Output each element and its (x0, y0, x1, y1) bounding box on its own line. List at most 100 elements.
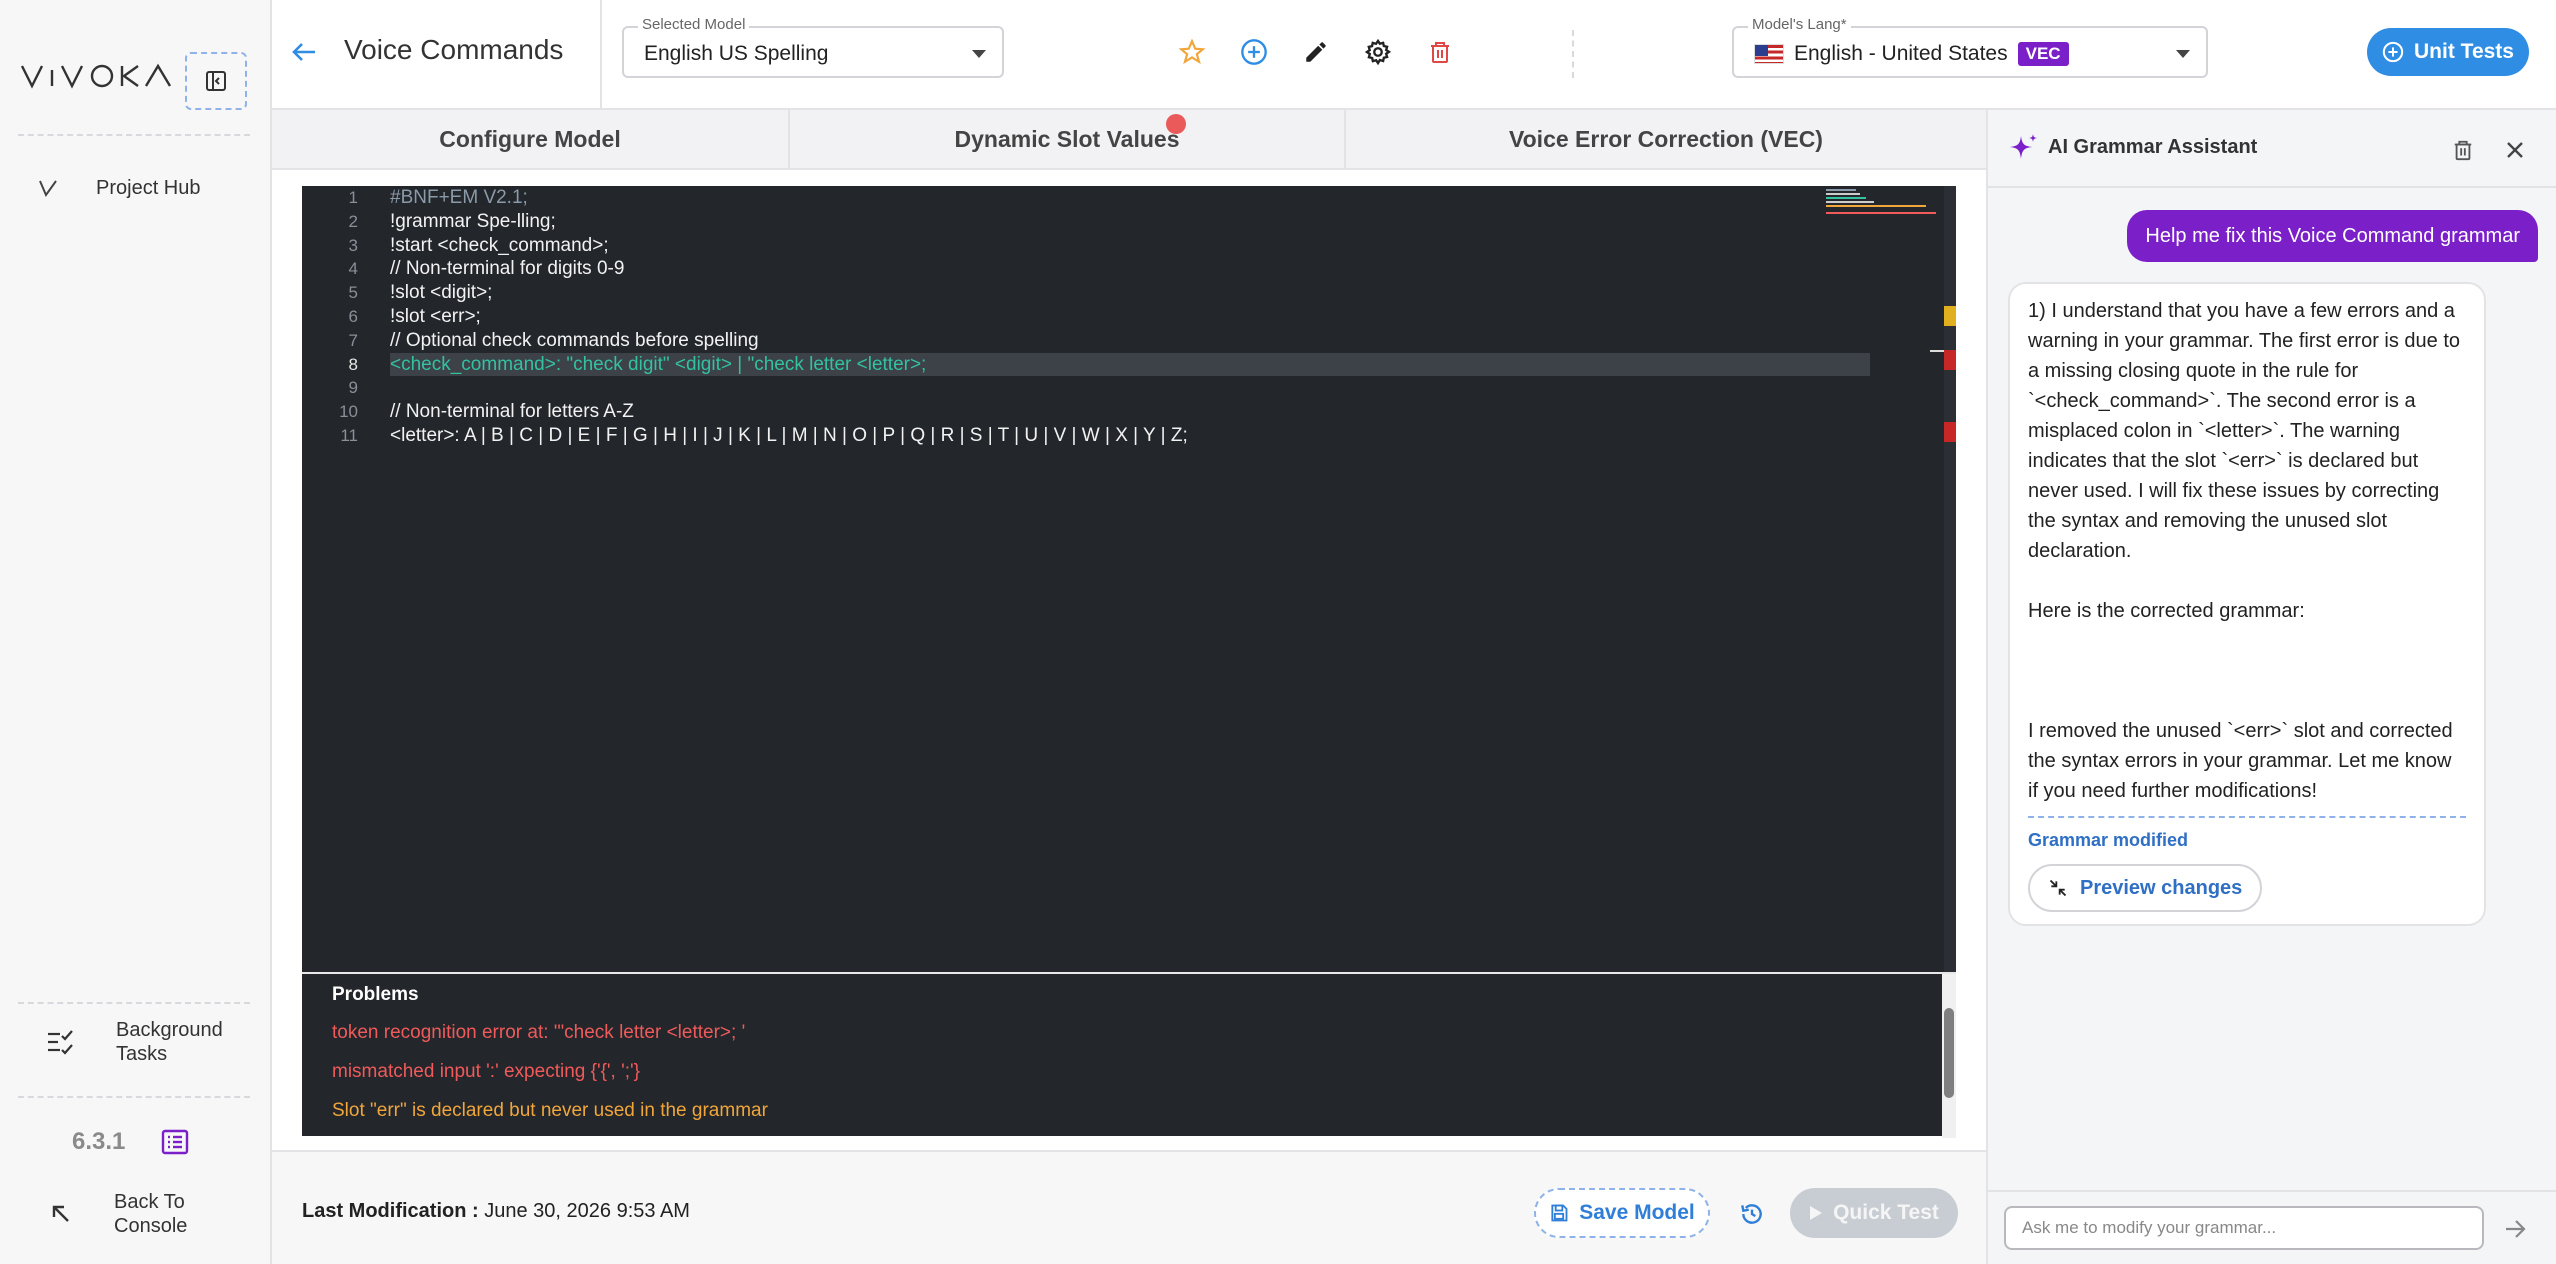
sparkle-icon (2010, 134, 2037, 159)
problems-title: Problems (332, 984, 419, 1005)
quick-test-button[interactable]: Quick Test (1790, 1188, 1958, 1238)
toolbar-separator (1572, 30, 1574, 78)
last-modification: Last Modification : June 30, 2026 9:53 A… (302, 1200, 690, 1223)
vivoka-logo (20, 58, 172, 94)
top-bar: Voice Commands Selected Model English US… (272, 0, 2556, 110)
history-icon (1741, 1204, 1762, 1224)
code-area[interactable]: #BNF+EM V2.1; !grammar Spe-lling; !start… (390, 186, 1870, 448)
code-text: !slot <digit>; (390, 282, 493, 304)
sidebar-item-project-hub[interactable]: Project Hub (30, 168, 201, 208)
ai-title: AI Grammar Assistant (2048, 136, 2258, 158)
chevron-down-icon (972, 50, 986, 58)
preview-changes-button[interactable]: Preview changes (2028, 864, 2263, 912)
save-model-button[interactable]: Save Model (1534, 1188, 1710, 1238)
sidebar-divider (18, 134, 250, 136)
arrow-up-left-icon (52, 1205, 69, 1222)
line-number: 10 (339, 402, 358, 422)
error-marker (1944, 350, 1956, 370)
assistant-message-text: 1) I understand that you have a few erro… (2028, 300, 2461, 802)
code-line: <letter>: A | B | C | D | E | F | G | H … (390, 424, 1870, 448)
line-number: 7 (348, 330, 358, 350)
send-button[interactable] (2500, 1214, 2530, 1244)
code-text: // Optional check commands before spelli… (390, 329, 759, 351)
delete-model-button[interactable] (1420, 30, 1460, 74)
last-mod-label: Last Modification : (302, 1200, 479, 1222)
back-button[interactable] (284, 36, 324, 68)
floppy-disk-icon (1551, 1204, 1568, 1222)
warning-marker (1944, 306, 1956, 326)
save-label: Save Model (1579, 1201, 1695, 1224)
sidebar-divider (18, 1096, 250, 1098)
problems-panel: Problems token recognition error at: '"c… (302, 972, 1956, 1138)
scrollbar-thumb[interactable] (1944, 1008, 1954, 1098)
code-text: <check_command>: "check digit" <digit> |… (390, 353, 927, 375)
history-button[interactable] (1732, 1194, 1772, 1234)
unit-tests-button[interactable]: Unit Tests (2367, 28, 2529, 76)
add-model-button[interactable] (1234, 30, 1274, 74)
model-lang-select[interactable]: Model's Lang* English - United States VE… (1732, 16, 2208, 78)
code-line: !grammar Spe-lling; (390, 210, 1870, 234)
code-text: <letter>: A | B | C | D | E | F | G | H … (390, 424, 1188, 446)
code-line-current: <check_command>: "check digit" <digit> |… (390, 352, 1870, 377)
edit-model-button[interactable] (1296, 30, 1336, 74)
tab-label: Configure Model (439, 125, 621, 152)
chevron-down-icon (2176, 50, 2190, 58)
clear-chat-button[interactable] (2448, 134, 2478, 166)
tab-label: Dynamic Slot Values (954, 125, 1180, 152)
sidebar-item-label: Back To Console (114, 1191, 188, 1237)
line-number: 5 (348, 283, 358, 303)
problem-item[interactable]: mismatched input ':' expecting {'{', ';'… (332, 1061, 640, 1083)
collapse-sidebar-button[interactable] (185, 52, 247, 110)
tab-voice-error-correction[interactable]: Voice Error Correction (VEC) (1346, 110, 1986, 168)
editor-minimap[interactable] (1826, 188, 1936, 216)
editor-scrollbar[interactable] (1944, 186, 1956, 972)
code-line: !slot <digit>; (390, 281, 1870, 305)
sidebar-item-back-to-console[interactable]: Back To Console (50, 1190, 234, 1238)
trash-icon (2454, 140, 2472, 161)
star-icon (1179, 39, 1205, 65)
model-lang-value: English - United States VEC (1754, 42, 2069, 66)
favorite-button[interactable] (1172, 30, 1212, 74)
trash-icon (1431, 42, 1449, 63)
tab-configure-model[interactable]: Configure Model (272, 110, 790, 168)
problems-scrollbar[interactable] (1942, 974, 1956, 1138)
sidebar-item-background-tasks[interactable]: Background Tasks (46, 1018, 236, 1066)
line-number: 1 (348, 188, 358, 207)
arrow-left-icon (292, 43, 315, 61)
code-text: !slot <err>; (390, 305, 481, 327)
last-mod-value: June 30, 2026 9:53 AM (484, 1200, 690, 1222)
sidebar-item-label: Background Tasks (116, 1019, 223, 1065)
line-number: 11 (340, 425, 358, 445)
plus-circle-icon (1241, 39, 1267, 65)
sidebar-collapse-icon (206, 71, 226, 91)
message-divider (2028, 816, 2466, 818)
sidebar: Project Hub Background Tasks 6.3.1 Back … (0, 0, 272, 1264)
close-panel-button[interactable] (2500, 134, 2530, 166)
selected-model-select[interactable]: Selected Model English US Spelling (622, 16, 1004, 78)
error-marker (1944, 422, 1956, 442)
pencil-icon (1306, 42, 1326, 62)
model-tabs: Configure Model Dynamic Slot Values Voic… (272, 110, 1986, 170)
problem-item[interactable]: Slot "err" is declared but never used in… (332, 1100, 768, 1122)
page-title: Voice Commands (344, 34, 564, 65)
model-settings-button[interactable] (1358, 30, 1398, 74)
task-list-icon (48, 1030, 73, 1055)
problem-item[interactable]: token recognition error at: '"check lett… (332, 1022, 745, 1044)
selected-model-label: Selected Model (638, 16, 750, 33)
user-message: Help me fix this Voice Command grammar (2127, 210, 2538, 262)
line-number: 6 (348, 306, 358, 326)
code-text: #BNF+EM V2.1; (390, 187, 528, 208)
version-row: 6.3.1 (72, 1128, 189, 1156)
changelog-icon[interactable] (161, 1129, 189, 1155)
ai-prompt-input[interactable] (2004, 1206, 2484, 1250)
code-text: // Non-terminal for digits 0-9 (390, 258, 625, 280)
plus-circle-icon (2382, 41, 2404, 63)
line-number-gutter: 1 2 3 4 5 6 7 8 9 10 11 (302, 186, 364, 448)
sidebar-divider (18, 1002, 250, 1004)
close-icon (2507, 142, 2523, 158)
grammar-editor[interactable]: 1 2 3 4 5 6 7 8 9 10 11 #BNF+EM V2.1; !grammar Spe… (302, 186, 1956, 972)
model-toolbar (1172, 30, 1460, 74)
vec-badge: VEC (2017, 42, 2069, 66)
line-number: 8 (348, 354, 358, 374)
tab-dynamic-slot-values[interactable]: Dynamic Slot Values (790, 110, 1346, 168)
